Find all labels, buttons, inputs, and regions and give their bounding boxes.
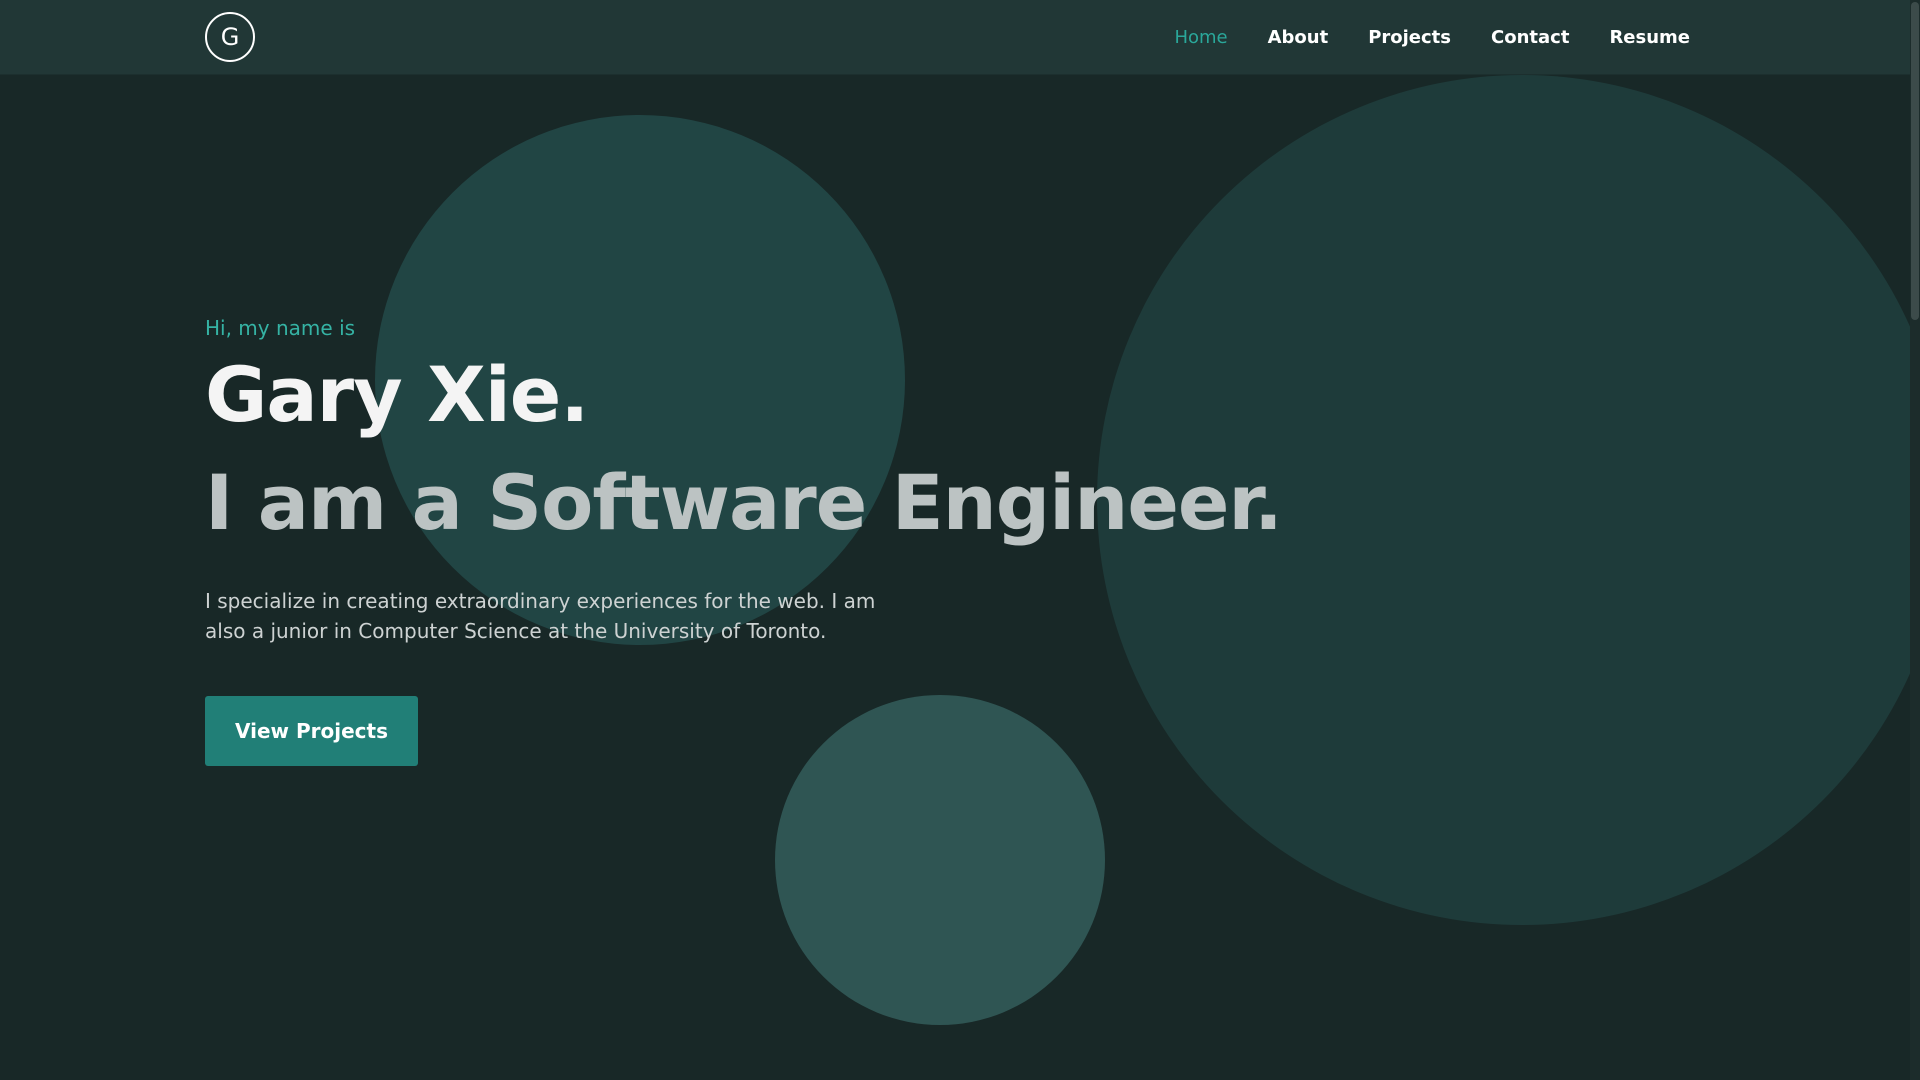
hero-description: I specialize in creating extraordinary e…	[205, 589, 876, 643]
hero-greeting: Hi, my name is	[205, 316, 356, 340]
scrollbar-thumb[interactable]	[1911, 2, 1919, 320]
view-projects-button[interactable]: View Projects	[205, 696, 418, 766]
nav-links: Home About Projects Contact Resume	[1174, 0, 1690, 74]
nav-link-contact[interactable]: Contact	[1491, 27, 1569, 48]
logo-link[interactable]: G	[205, 12, 255, 62]
nav-link-about[interactable]: About	[1268, 27, 1329, 48]
nav-link-home[interactable]: Home	[1174, 27, 1227, 48]
page: G Home About Projects Contact Resume Hi,…	[0, 0, 1920, 1080]
hero-name: Gary Xie.	[205, 350, 589, 439]
nav-link-projects[interactable]: Projects	[1368, 27, 1451, 48]
hero-tagline: I am a Software Engineer.	[205, 458, 1283, 547]
decorative-circle-small	[775, 695, 1105, 1025]
navbar: G Home About Projects Contact Resume	[0, 0, 1910, 75]
scrollbar[interactable]	[1910, 0, 1920, 1080]
nav-link-resume[interactable]: Resume	[1609, 27, 1690, 48]
